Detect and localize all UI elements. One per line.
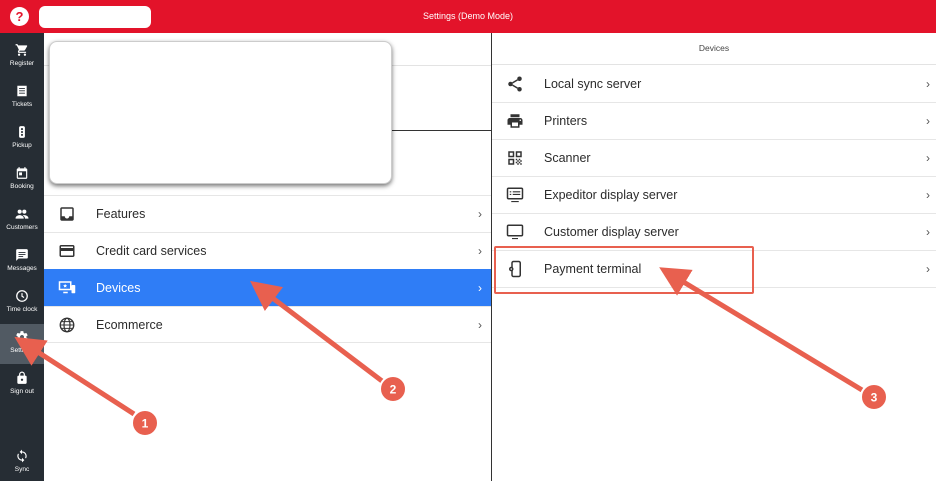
sidebar-item-label: Settings bbox=[10, 347, 34, 354]
list-icon bbox=[17, 85, 27, 97]
sidebar-item-sync[interactable]: Sync bbox=[0, 443, 44, 481]
sidebar-item-register[interactable]: Register bbox=[0, 37, 44, 77]
sidebar-item-label: Sign out bbox=[10, 388, 34, 395]
page-title: Settings (Demo Mode) bbox=[422, 11, 514, 21]
share-icon bbox=[508, 76, 522, 92]
traffic-light-icon bbox=[19, 126, 25, 138]
chevron-right-icon: › bbox=[926, 225, 930, 239]
sidebar-item-label: Register bbox=[9, 60, 35, 67]
chevron-right-icon: › bbox=[926, 114, 930, 128]
device-item-printers[interactable]: Printers › bbox=[492, 103, 936, 140]
clock-icon bbox=[16, 290, 28, 302]
display-server-icon bbox=[506, 187, 524, 203]
sidebar-item-label: Tickets bbox=[11, 101, 33, 108]
chevron-right-icon: › bbox=[926, 262, 930, 276]
chevron-right-icon: › bbox=[478, 281, 482, 295]
app-window: ? Settings (Demo Mode) Register Tickets … bbox=[0, 0, 936, 481]
sidebar-item-time-clock[interactable]: Time clock bbox=[0, 283, 44, 323]
menu-item-label: Features bbox=[96, 207, 146, 221]
cart-icon bbox=[15, 44, 28, 56]
inbox-icon bbox=[60, 207, 74, 221]
menu-item-label: Credit card services bbox=[96, 244, 207, 258]
sidebar-item-label: Messages bbox=[7, 265, 37, 272]
device-item-label: Printers bbox=[544, 114, 588, 128]
menu-item-label: Ecommerce bbox=[96, 318, 163, 332]
devices-icon bbox=[58, 281, 76, 294]
lock-icon bbox=[17, 371, 27, 384]
gear-icon bbox=[16, 331, 28, 343]
sync-icon bbox=[17, 449, 27, 463]
printer-icon bbox=[507, 114, 523, 128]
top-bar: ? Settings (Demo Mode) bbox=[0, 0, 936, 33]
device-item-label: Scanner bbox=[544, 151, 591, 165]
device-item-local-sync-server[interactable]: Local sync server › bbox=[492, 66, 936, 103]
menu-item-features[interactable]: Features › bbox=[44, 195, 491, 232]
panel-title: Devices bbox=[492, 33, 936, 65]
sidebar-item-booking[interactable]: Booking bbox=[0, 160, 44, 200]
device-item-scanner[interactable]: Scanner › bbox=[492, 140, 936, 177]
sidebar-item-label: Booking bbox=[10, 183, 34, 190]
sidebar-item-label: Customers bbox=[6, 224, 38, 231]
annotation-highlight-box bbox=[494, 246, 754, 294]
sidebar-item-settings[interactable]: Settings bbox=[0, 324, 44, 364]
globe-icon bbox=[59, 317, 75, 333]
menu-item-credit-card-services[interactable]: Credit card services › bbox=[44, 232, 491, 269]
credit-card-icon bbox=[59, 245, 75, 257]
chevron-right-icon: › bbox=[926, 77, 930, 91]
chevron-right-icon: › bbox=[478, 207, 482, 221]
device-item-label: Local sync server bbox=[544, 77, 642, 91]
chevron-right-icon: › bbox=[926, 188, 930, 202]
redacted-popup bbox=[49, 41, 392, 184]
settings-menu-panel: Features › Credit card services › Device… bbox=[44, 33, 491, 481]
sidebar-item-pickup[interactable]: Pickup bbox=[0, 119, 44, 159]
qr-code-icon bbox=[508, 151, 522, 165]
menu-item-ecommerce[interactable]: Ecommerce › bbox=[44, 306, 491, 343]
sidebar-item-tickets[interactable]: Tickets bbox=[0, 78, 44, 118]
chevron-right-icon: › bbox=[478, 318, 482, 332]
sidebar-item-customers[interactable]: Customers bbox=[0, 201, 44, 241]
chevron-right-icon: › bbox=[926, 151, 930, 165]
menu-item-devices[interactable]: Devices › bbox=[44, 269, 491, 306]
sidebar-item-messages[interactable]: Messages bbox=[0, 242, 44, 282]
device-item-expeditor-display-server[interactable]: Expeditor display server › bbox=[492, 177, 936, 214]
sidebar-item-label: Pickup bbox=[12, 142, 32, 149]
sidebar: Register Tickets Pickup Booking Customer… bbox=[0, 33, 44, 481]
monitor-icon bbox=[506, 224, 524, 240]
sidebar-item-label: Time clock bbox=[6, 306, 38, 313]
sidebar-item-sign-out[interactable]: Sign out bbox=[0, 365, 44, 405]
message-icon bbox=[16, 249, 28, 261]
device-item-label: Expeditor display server bbox=[544, 188, 678, 202]
menu-item-label: Devices bbox=[96, 281, 141, 295]
sidebar-item-label: Sync bbox=[14, 466, 30, 473]
divider bbox=[390, 130, 491, 131]
people-icon bbox=[15, 209, 29, 219]
chevron-right-icon: › bbox=[478, 244, 482, 258]
calendar-icon bbox=[16, 167, 28, 179]
